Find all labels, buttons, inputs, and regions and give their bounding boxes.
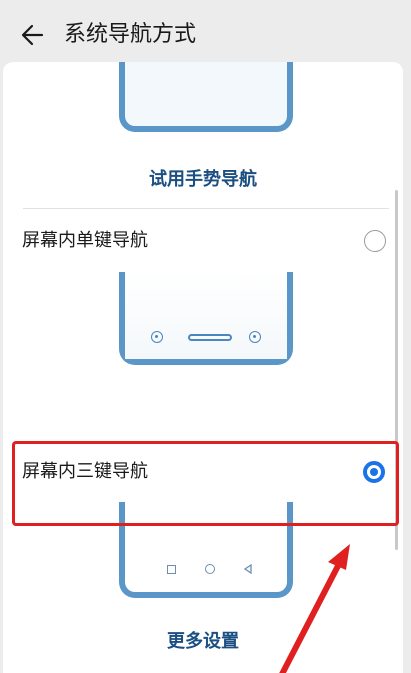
app-header: 系统导航方式	[0, 0, 411, 70]
option-single-key-label[interactable]: 屏幕内单键导航	[22, 229, 148, 253]
radio-single-key[interactable]	[364, 230, 386, 252]
red-arrow-annotation-icon	[279, 544, 350, 673]
right-nav-dot-icon	[249, 331, 261, 343]
recent-apps-icon	[167, 565, 176, 574]
try-gesture-link[interactable]: 试用手势导航	[3, 168, 403, 192]
home-pill-icon	[188, 334, 232, 341]
divider	[23, 208, 389, 209]
back-triangle-icon	[243, 564, 252, 574]
back-arrow-icon[interactable]	[20, 22, 46, 48]
gesture-nav-preview	[119, 62, 293, 132]
left-nav-dot-icon	[151, 331, 163, 343]
page-title: 系统导航方式	[64, 22, 197, 47]
highlight-annotation-box	[12, 441, 399, 526]
single-key-nav-preview	[119, 272, 293, 365]
home-icon	[205, 564, 215, 574]
